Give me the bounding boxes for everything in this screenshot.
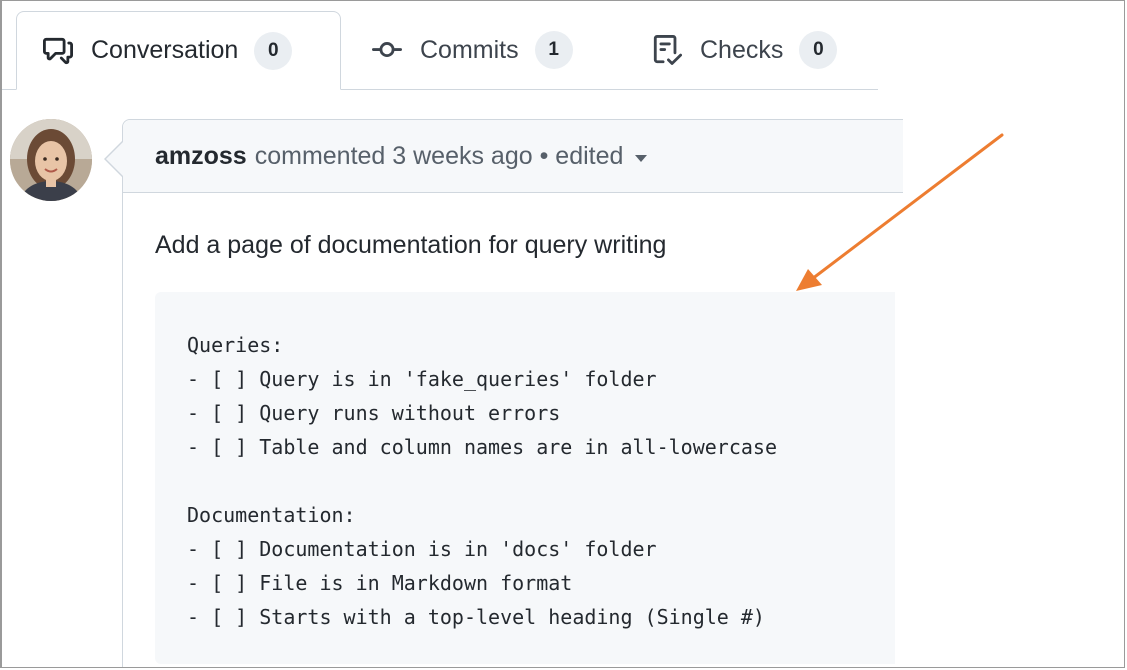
comment-discussion-icon: [43, 36, 73, 66]
tab-checks-label: Checks: [700, 35, 784, 64]
comment-body: Add a page of documentation for query wr…: [123, 193, 903, 664]
code-block: Queries: - [ ] Query is in 'fake_queries…: [155, 292, 895, 664]
comment-box: amzoss commented 3 weeks ago • edited Ad…: [122, 119, 903, 667]
tab-conversation[interactable]: Conversation 0: [16, 11, 341, 90]
avatar[interactable]: [10, 119, 92, 201]
comment-description: Add a page of documentation for query wr…: [155, 231, 667, 259]
edit-history-dropdown-icon[interactable]: [635, 154, 648, 162]
comment-author[interactable]: amzoss: [155, 142, 247, 171]
tab-conversation-label: Conversation: [91, 36, 239, 64]
tab-checks-counter: 0: [799, 31, 838, 69]
git-commit-icon: [372, 35, 402, 65]
comment-caret-fill: [106, 142, 123, 176]
screenshot-frame: Conversation 0 Commits 1 Checks 0 amzoss…: [0, 0, 1125, 668]
pr-tab-bar: Conversation 0 Commits 1 Checks 0: [2, 1, 878, 90]
tab-checks[interactable]: Checks 0: [652, 11, 838, 89]
comment-meta: commented 3 weeks ago • edited: [254, 141, 624, 170]
tab-commits-counter: 1: [534, 31, 573, 69]
tab-commits-label: Commits: [420, 35, 519, 64]
tab-conversation-counter: 0: [254, 31, 293, 70]
avatar-portrait-icon: [10, 119, 92, 201]
tab-commits[interactable]: Commits 1: [372, 11, 573, 89]
checklist-icon: [652, 35, 682, 65]
comment-header: amzoss commented 3 weeks ago • edited: [123, 120, 903, 193]
